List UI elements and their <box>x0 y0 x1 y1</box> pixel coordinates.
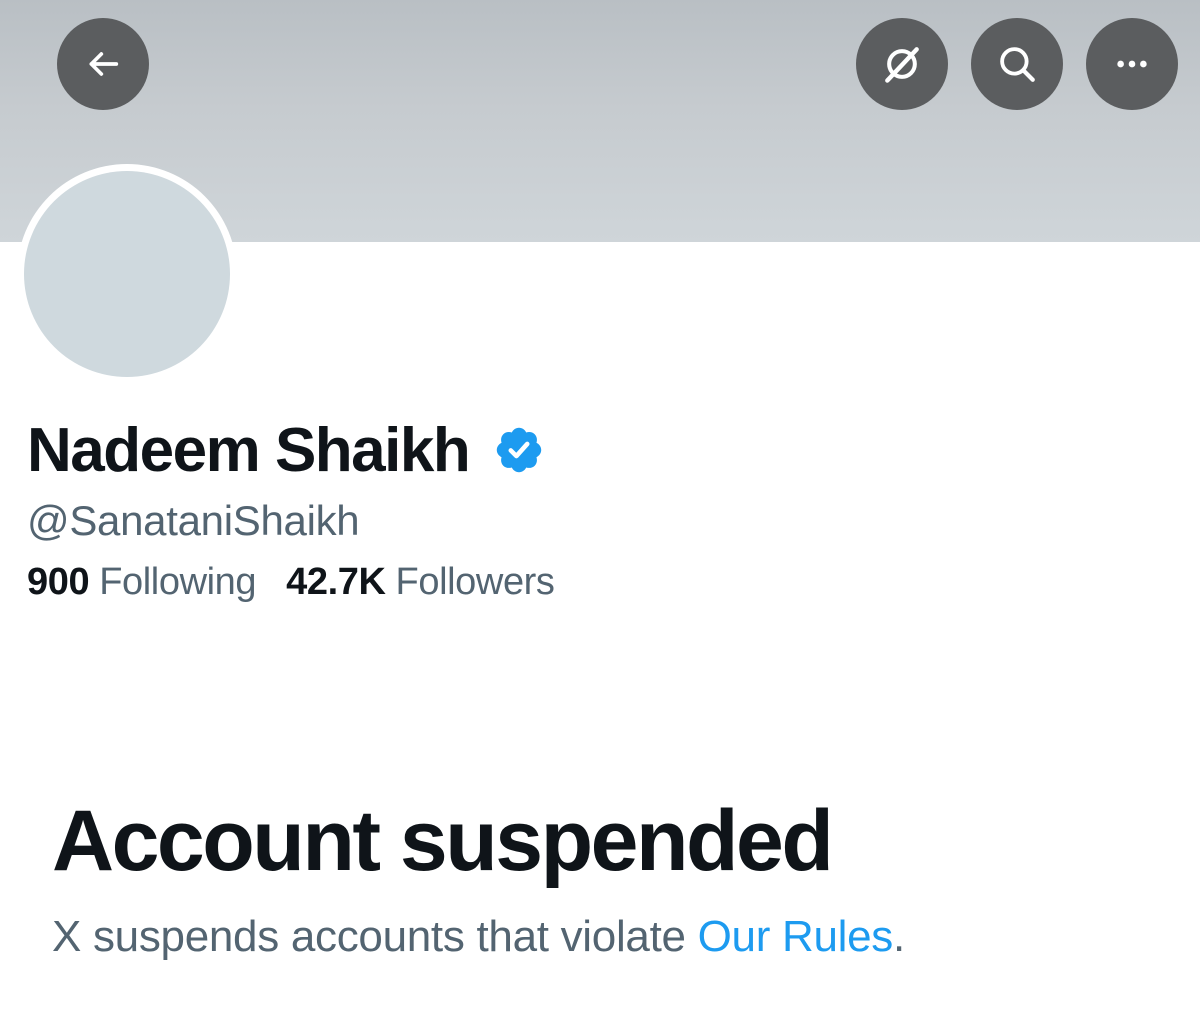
arrow-left-icon <box>89 52 119 76</box>
verified-badge-icon[interactable] <box>493 424 545 476</box>
our-rules-link[interactable]: Our Rules <box>698 912 894 961</box>
search-button[interactable] <box>971 18 1063 110</box>
following-label: Following <box>99 561 257 603</box>
following-count: 900 <box>27 561 90 603</box>
suspension-description: X suspends accounts that violate Our Rul… <box>52 912 905 962</box>
profile-page: Nadeem Shaikh @SanataniShaikh 900 Followi… <box>0 0 1200 1035</box>
name-row: Nadeem Shaikh <box>27 412 545 488</box>
back-button[interactable] <box>57 18 149 110</box>
grok-icon <box>885 47 919 83</box>
suspension-title: Account suspended <box>52 793 834 889</box>
user-handle: @SanataniShaikh <box>27 497 360 544</box>
avatar-placeholder <box>24 171 230 377</box>
more-options-button[interactable] <box>1086 18 1178 110</box>
grok-button[interactable] <box>856 18 948 110</box>
suspension-trailing: . <box>893 912 905 961</box>
follow-stats: 900 Following 42.7K Followers <box>27 561 555 604</box>
avatar[interactable] <box>17 164 237 384</box>
suspension-text: X suspends accounts that violate <box>52 912 686 961</box>
followers-stat[interactable]: 42.7K Followers <box>286 561 555 604</box>
search-icon <box>1000 47 1035 82</box>
followers-count: 42.7K <box>286 561 386 603</box>
followers-label: Followers <box>395 561 555 603</box>
display-name: Nadeem Shaikh <box>27 415 471 485</box>
more-horizontal-icon <box>1117 60 1147 68</box>
following-stat[interactable]: 900 Following <box>27 561 257 604</box>
